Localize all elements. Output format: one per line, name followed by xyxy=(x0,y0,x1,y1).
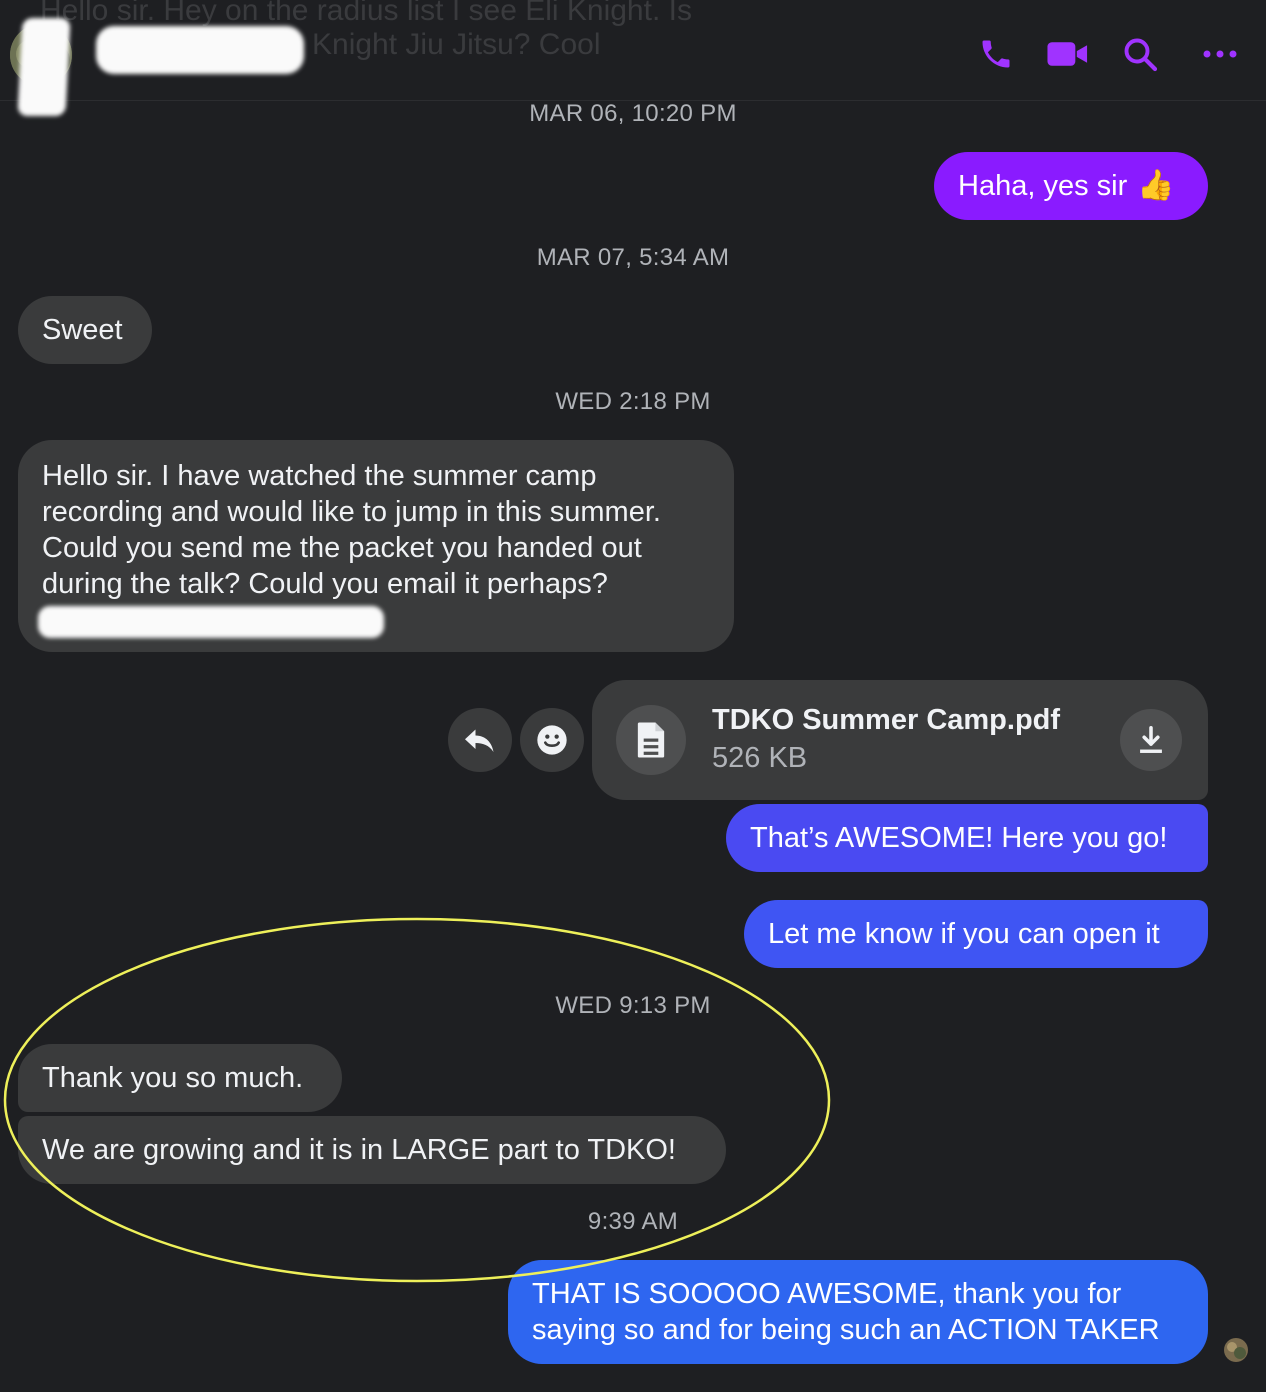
message-text: Let me know if you can open it xyxy=(768,918,1160,950)
read-receipt-avatar xyxy=(1224,1338,1248,1362)
timestamp: WED 2:18 PM xyxy=(555,388,711,415)
outgoing-message[interactable]: Let me know if you can open it xyxy=(744,900,1208,968)
timestamp: MAR 07, 5:34 AM xyxy=(536,244,730,271)
message-line: recording and would like to jump in this… xyxy=(42,496,661,528)
message-text: Thank you so much. xyxy=(42,1062,304,1094)
phone-icon[interactable] xyxy=(974,32,1018,76)
react-button[interactable] xyxy=(520,708,584,772)
incoming-message[interactable]: Sweet xyxy=(18,296,152,364)
file-name: TDKO Summer Camp.pdf xyxy=(712,704,1061,736)
download-button[interactable] xyxy=(1120,709,1182,771)
contact-name-redaction xyxy=(96,26,304,74)
incoming-message[interactable]: Thank you so much. xyxy=(18,1044,342,1112)
smiley-icon xyxy=(537,725,567,755)
reply-button[interactable] xyxy=(448,708,512,772)
reply-icon xyxy=(465,729,494,752)
more-icon[interactable] xyxy=(1198,32,1242,76)
email-redaction xyxy=(38,606,384,638)
video-camera-icon[interactable] xyxy=(1046,32,1090,76)
message-text: Sweet xyxy=(42,314,123,346)
timestamp: WED 9:13 PM xyxy=(555,992,711,1019)
outgoing-message[interactable]: THAT IS SOOOOO AWESOME, thank you for sa… xyxy=(508,1260,1208,1364)
search-icon[interactable] xyxy=(1118,32,1162,76)
incoming-message[interactable]: We are growing and it is in LARGE part t… xyxy=(18,1116,726,1184)
message-line: Hello sir. I have watched the summer cam… xyxy=(42,460,597,492)
download-icon xyxy=(1140,725,1162,753)
file-attachment[interactable]: TDKO Summer Camp.pdf 526 KB xyxy=(592,680,1208,800)
ghost-preview-line-2: Knight Jiu Jitsu? Cool xyxy=(312,28,601,61)
message-text: Haha, yes sir xyxy=(958,170,1128,202)
message-text: We are growing and it is in LARGE part t… xyxy=(42,1134,676,1166)
message-line: THAT IS SOOOOO AWESOME, thank you for xyxy=(532,1278,1122,1310)
message-line: Could you send me the packet you handed … xyxy=(42,532,642,564)
message-text: That’s AWESOME! Here you go! xyxy=(750,822,1168,854)
thumbs-up-icon: 👍 xyxy=(1137,169,1175,202)
file-size: 526 KB xyxy=(712,742,808,774)
message-line: during the talk? Could you email it perh… xyxy=(42,568,608,600)
ghost-preview-line-1: Hello sir. Hey on the radius list I see … xyxy=(40,0,692,27)
message-line: saying so and for being such an ACTION T… xyxy=(532,1314,1160,1346)
timestamp: MAR 06, 10:20 PM xyxy=(529,100,737,127)
outgoing-message[interactable]: Haha, yes sir 👍 xyxy=(934,152,1208,220)
outgoing-message[interactable]: That’s AWESOME! Here you go! xyxy=(726,804,1208,872)
timestamp: 9:39 AM xyxy=(587,1208,679,1235)
file-icon xyxy=(616,705,686,775)
